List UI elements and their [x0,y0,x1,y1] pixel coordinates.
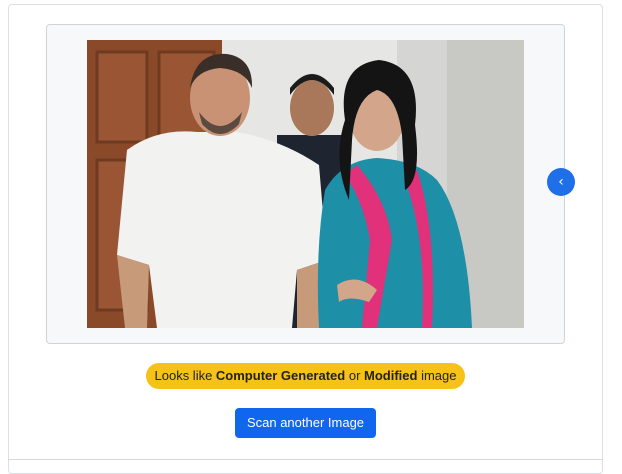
scan-another-image-button[interactable]: Scan another Image [235,408,376,438]
badge-computer-generated-text: Computer Generated [215,368,346,383]
chevron-left-icon: ‹ [558,174,564,190]
badge-modified-text: Modified [364,368,418,383]
carousel-prev-button[interactable]: ‹ [547,168,575,196]
section-divider [8,459,603,460]
badge-middle-text: or [345,368,365,383]
scanned-photo [87,40,524,328]
detection-result-badge: Looks like Computer Generated or Modifie… [146,363,465,389]
badge-suffix-text: image [417,368,457,383]
badge-prefix-text: Looks like [154,368,216,383]
